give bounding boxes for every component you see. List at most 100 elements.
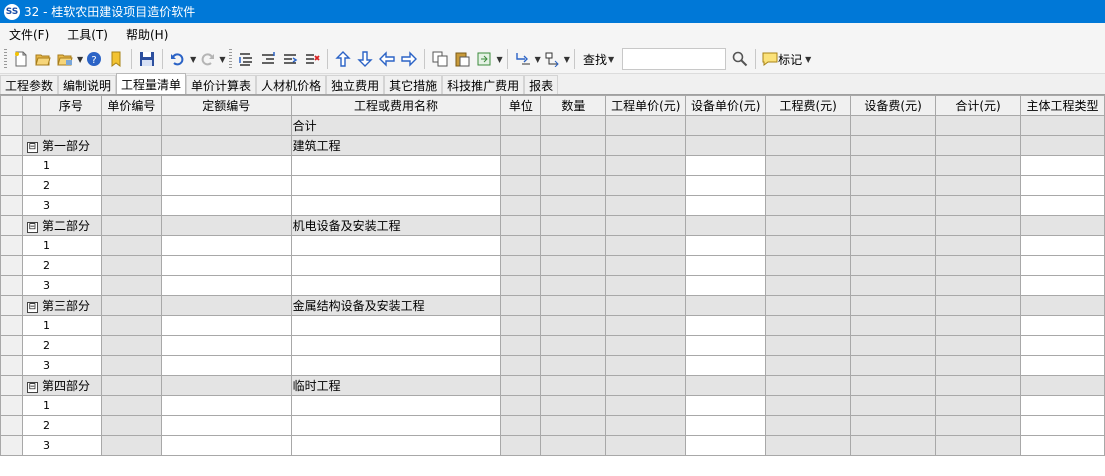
grid-cell[interactable] (1019, 175, 1105, 196)
delete-row-button[interactable] (302, 49, 322, 69)
open-folder-button[interactable] (33, 49, 53, 69)
grid-cell[interactable] (500, 295, 542, 316)
grid-cell[interactable] (500, 355, 542, 376)
column-header[interactable]: 数量 (540, 95, 607, 116)
grid-cell[interactable] (540, 155, 607, 176)
grid-cell[interactable] (290, 315, 502, 336)
grid-cell[interactable] (605, 235, 687, 256)
grid-cell[interactable] (765, 355, 852, 376)
grid-cell[interactable] (605, 255, 687, 276)
insert-row-button[interactable] (236, 49, 256, 69)
grid-cell[interactable] (685, 335, 767, 356)
grid-cell[interactable] (500, 195, 542, 216)
grid-cell[interactable] (100, 255, 162, 276)
section-row[interactable]: ⊟ 第二部分 机电设备及安装工程 (0, 215, 1105, 236)
tab-3[interactable]: 单价计算表 (186, 75, 257, 94)
grid-cell[interactable] (850, 415, 937, 436)
row-indicator[interactable] (0, 155, 23, 176)
move-up-button[interactable] (333, 49, 353, 69)
chevron-down-icon[interactable]: ▼ (535, 55, 541, 64)
redo-button[interactable] (197, 49, 217, 69)
grid-cell[interactable] (850, 195, 937, 216)
grid-cell[interactable] (685, 135, 767, 156)
grid-cell[interactable] (765, 375, 852, 396)
grid-cell[interactable] (605, 355, 687, 376)
grid-cell[interactable] (850, 315, 937, 336)
grid-cell[interactable] (935, 395, 1021, 416)
grid-cell[interactable] (100, 235, 162, 256)
grid-cell[interactable] (290, 275, 502, 296)
grid-cell[interactable] (935, 275, 1021, 296)
outdent-button[interactable] (542, 49, 562, 69)
column-header[interactable]: 合计(元) (935, 95, 1021, 116)
paste-button[interactable] (452, 49, 472, 69)
grid-cell[interactable] (850, 135, 937, 156)
grid-cell[interactable] (540, 395, 607, 416)
grid-cell[interactable] (850, 295, 937, 316)
grid-cell[interactable] (500, 395, 542, 416)
grid-cell[interactable] (1019, 315, 1105, 336)
total-row[interactable]: 合计 (0, 115, 1105, 136)
grid-cell[interactable] (290, 195, 502, 216)
section-row[interactable]: ⊟ 第四部分 临时工程 (0, 375, 1105, 396)
grid-cell[interactable] (850, 335, 937, 356)
insert-child-button[interactable] (258, 49, 278, 69)
column-header[interactable]: 工程或费用名称 (290, 95, 502, 116)
grid-cell[interactable] (500, 435, 542, 456)
undo-button[interactable] (168, 49, 188, 69)
grid-cell[interactable] (850, 275, 937, 296)
grid-cell[interactable] (500, 255, 542, 276)
chevron-down-icon[interactable]: ▼ (564, 55, 570, 64)
collapse-toggle-icon[interactable]: ⊟ (26, 301, 38, 313)
grid-cell[interactable] (850, 355, 937, 376)
grid-cell[interactable] (765, 295, 852, 316)
grid-cell[interactable] (850, 235, 937, 256)
grid-cell[interactable] (1019, 115, 1105, 136)
row-indicator[interactable] (0, 255, 23, 276)
grid-cell[interactable] (765, 315, 852, 336)
grid-cell[interactable] (765, 435, 852, 456)
grid-cell[interactable] (160, 315, 292, 336)
grid-cell[interactable] (935, 235, 1021, 256)
grid-cell[interactable] (685, 255, 767, 276)
grid-cell[interactable] (685, 375, 767, 396)
grid-cell[interactable] (100, 275, 162, 296)
tab-5[interactable]: 独立费用 (326, 75, 385, 94)
collapse-toggle-icon[interactable]: ⊟ (26, 221, 38, 233)
grid-cell[interactable] (100, 155, 162, 176)
grid-cell[interactable] (290, 395, 502, 416)
grid-cell[interactable] (605, 155, 687, 176)
help-button[interactable]: ? (84, 49, 104, 69)
table-row[interactable]: 2 (0, 335, 1105, 356)
chevron-down-icon[interactable]: ▼ (77, 55, 83, 64)
grid-cell[interactable] (290, 255, 502, 276)
grid-cell[interactable] (540, 115, 607, 136)
open-recent-button[interactable] (55, 49, 75, 69)
grid-cell[interactable] (935, 135, 1021, 156)
column-header[interactable]: 工程单价(元) (605, 95, 687, 116)
grid-cell[interactable] (160, 275, 292, 296)
grid-cell[interactable] (935, 175, 1021, 196)
grid-cell[interactable] (160, 435, 292, 456)
grid-cell[interactable] (1019, 335, 1105, 356)
column-header[interactable]: 单价编号 (100, 95, 162, 116)
grid-cell[interactable] (765, 195, 852, 216)
expander-cell[interactable]: ⊟ 第四部分 (21, 375, 102, 396)
row-indicator[interactable] (0, 275, 23, 296)
grid-cell[interactable] (1019, 215, 1105, 236)
section-name[interactable]: 金属结构设备及安装工程 (290, 295, 502, 316)
table-row[interactable]: 2 (0, 255, 1105, 276)
grid-cell[interactable] (100, 175, 162, 196)
grid-cell[interactable] (540, 355, 607, 376)
grid-cell[interactable] (100, 395, 162, 416)
grid-cell[interactable] (685, 175, 767, 196)
grid-cell[interactable] (605, 415, 687, 436)
row-indicator[interactable] (0, 395, 23, 416)
row-indicator[interactable] (0, 295, 23, 316)
grid-cell[interactable] (160, 355, 292, 376)
grid-cell[interactable] (500, 155, 542, 176)
grid-cell[interactable] (935, 255, 1021, 276)
column-header[interactable]: 主体工程类型 (1019, 95, 1105, 116)
grid-cell[interactable] (100, 415, 162, 436)
grid-cell[interactable] (540, 375, 607, 396)
